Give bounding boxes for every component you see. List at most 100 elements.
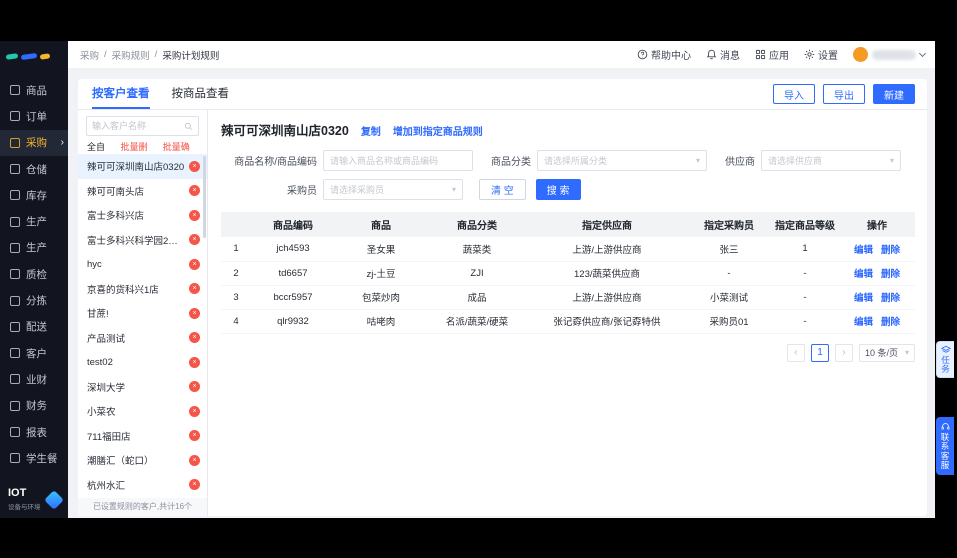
delete-link[interactable]: 删除 [881,245,900,256]
tab-by-customer[interactable]: 按客户查看 [92,79,150,109]
remove-customer-icon[interactable]: × [189,405,200,417]
product-name-input[interactable] [323,150,473,171]
page-number-button[interactable]: 1 [810,343,829,362]
row-actions: 编辑 删除 [839,285,915,310]
sidebar-item-quality[interactable]: 质检 [0,261,68,287]
question-circle-icon [637,49,648,60]
customer-item[interactable]: 小菜农 × [78,399,207,424]
topbar-action-settings[interactable]: 设置 [804,47,838,62]
topbar: 采购 / 采购规则 / 采购计划规则 帮助中心 消息 应用 设置 [68,41,935,69]
remove-customer-icon[interactable]: × [189,283,200,295]
customer-item[interactable]: 富士多科兴店 × [78,203,207,228]
delete-link[interactable]: 删除 [881,269,900,280]
customer-item[interactable]: 京喜的货科兴1店 × [78,277,207,302]
assigned-buyer: 小菜测试 [687,285,771,310]
delete-link[interactable]: 删除 [881,293,900,304]
customer-item[interactable]: 深圳大学 × [78,375,207,400]
edit-link[interactable]: 编辑 [854,293,873,304]
prev-page-button[interactable]: ‹ [786,343,805,362]
remove-customer-icon[interactable]: × [189,356,200,368]
breadcrumb-item[interactable]: 采购 [80,48,99,62]
remove-customer-icon[interactable]: × [189,332,200,344]
chevron-down-icon: ▾ [451,185,456,194]
add-to-specified-product-rule-link[interactable]: 增加到指定商品规则 [393,123,483,138]
customer-name: test02 [87,356,113,368]
remove-customer-icon[interactable]: × [189,258,200,270]
create-button[interactable]: 新建 [873,84,915,104]
customer-search-input[interactable] [92,121,181,131]
assigned-supplier: 123/蔬菜供应商 [527,261,687,286]
customer-name: 产品测试 [87,333,126,345]
customer-name: hyc [87,258,102,270]
customer-name: 杭州水汇 [87,480,126,492]
copy-link[interactable]: 复制 [361,123,381,138]
delivery-icon [10,321,20,332]
search-button[interactable]: 搜 索 [535,179,581,200]
tab-by-product[interactable]: 按商品查看 [172,79,230,109]
sidebar-item-purchase[interactable]: 采购 › [0,129,68,156]
scrollbar-thumb[interactable] [203,156,206,238]
remove-customer-icon[interactable]: × [189,381,200,393]
customer-item[interactable]: hyc × [78,252,207,277]
customer-name: 富士多科兴科学园2号口1120 [87,235,185,247]
column-header: 商品 [335,212,427,237]
next-page-button[interactable]: › [834,343,853,362]
customer-item[interactable]: 辣可可南头店 × [78,179,207,204]
topbar-action-help-center[interactable]: 帮助中心 [637,47,691,62]
edit-link[interactable]: 编辑 [854,317,873,328]
sidebar-item-delivery[interactable]: 配送 [0,314,68,340]
supplier-select[interactable]: 请选择供应商 ▾ [761,150,901,171]
breadcrumb-separator: / [104,49,107,60]
sidebar-item-production[interactable]: 生产 [0,208,68,234]
breadcrumb-item[interactable]: 采购规则 [112,48,150,62]
remove-customer-icon[interactable]: × [189,234,200,246]
remove-customer-icon[interactable]: × [189,185,200,197]
sidebar-item-orders[interactable]: 订单 [0,103,68,129]
import-button[interactable]: 导入 [773,84,815,104]
customer-item[interactable]: 产品测试 × [78,326,207,351]
page-size-select[interactable]: 10 条/页 ▾ [858,343,915,362]
buyer-select[interactable]: 请选择采购员 ▾ [323,179,463,200]
topbar-action-messages[interactable]: 消息 [706,47,740,62]
sidebar-item-reports[interactable]: 报表 [0,419,68,445]
product-name: 咕咾肉 [335,309,427,334]
sidebar-item-warehouse[interactable]: 仓储 [0,156,68,182]
category-select[interactable]: 请选择所属分类 ▾ [537,150,707,171]
sidebar-item-customers[interactable]: 客户 [0,340,68,366]
delete-link[interactable]: 删除 [881,317,900,328]
customer-item[interactable]: 711福田店 × [78,424,207,449]
contact-service-label: 联系客服 [940,431,950,470]
remove-customer-icon[interactable]: × [189,454,200,466]
breadcrumb-separator: / [154,49,158,60]
remove-customer-icon[interactable]: × [189,160,200,172]
sidebar-item-student-meal[interactable]: 学生餐 [0,445,68,471]
export-button[interactable]: 导出 [823,84,865,104]
remove-customer-icon[interactable]: × [189,479,200,491]
sidebar-item-finance[interactable]: 财务 [0,393,68,419]
sidebar-item-label: 分拣 [26,295,47,308]
sidebar-item-production-2[interactable]: 生产 [0,235,68,261]
customer-item[interactable]: 潮膳汇（蛇口） × [78,448,207,473]
edit-link[interactable]: 编辑 [854,269,873,280]
customer-item[interactable]: 辣可可深圳南山店0320 × [78,154,207,179]
sidebar-item-sorting[interactable]: 分拣 [0,287,68,313]
topbar-action-apps[interactable]: 应用 [755,47,789,62]
customer-item[interactable]: 富士多科兴科学园2号口1120 × [78,228,207,253]
customer-item[interactable]: 甘蔗! × [78,301,207,326]
sidebar-item-inventory[interactable]: 库存 [0,182,68,208]
customer-item[interactable]: test02 × [78,350,207,375]
remove-customer-icon[interactable]: × [189,430,200,442]
clear-button[interactable]: 清 空 [479,179,526,200]
sidebar-item-iot[interactable]: IOT 设备与环境 [0,488,68,511]
remove-customer-icon[interactable]: × [189,209,200,221]
contact-service-floating-button[interactable]: 联系客服 [936,417,954,475]
sidebar-item-label: 商品 [26,84,47,97]
remove-customer-icon[interactable]: × [189,307,200,319]
row-index: 4 [221,309,251,334]
sidebar-item-biz-finance[interactable]: 业财 [0,366,68,392]
edit-link[interactable]: 编辑 [854,245,873,256]
user-menu[interactable] [853,47,927,62]
task-floating-button[interactable]: 任务 [936,341,954,378]
customer-item[interactable]: 杭州水汇 × [78,473,207,498]
sidebar-item-goods[interactable]: 商品 [0,77,68,103]
